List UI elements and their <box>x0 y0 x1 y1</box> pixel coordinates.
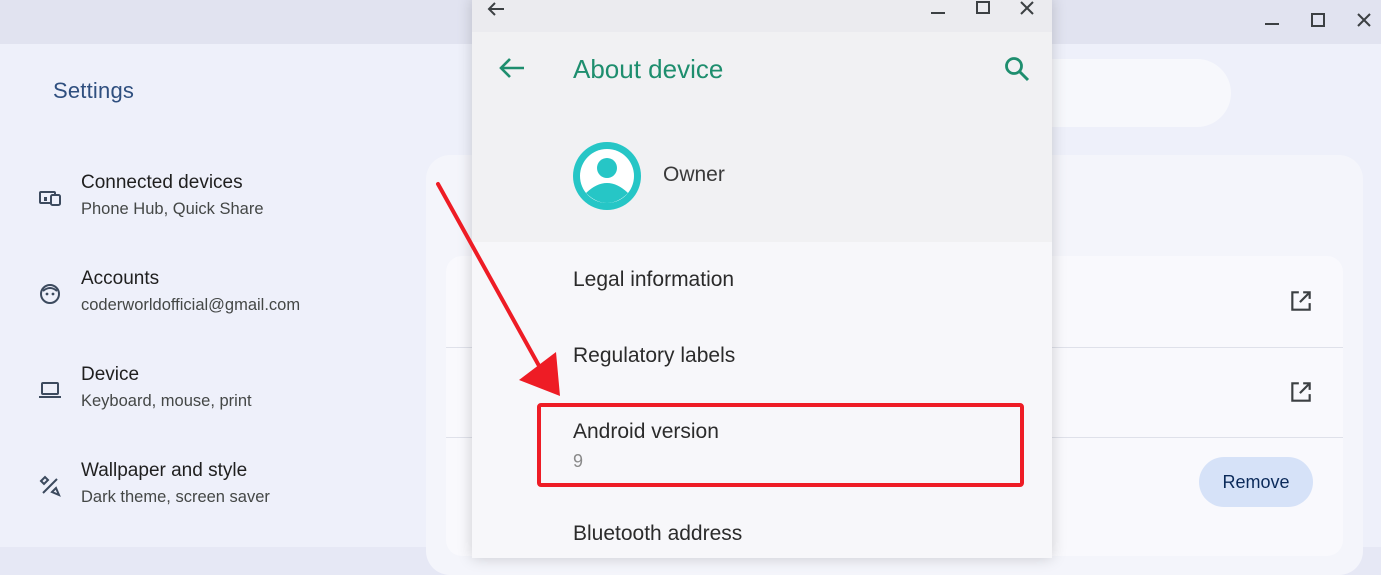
connected-devices-icon <box>39 191 61 206</box>
nav-item-subtitle: Dark theme, screen saver <box>81 488 270 506</box>
close-button[interactable] <box>1354 10 1374 30</box>
account-face-icon <box>40 284 60 304</box>
search-button[interactable] <box>1003 55 1031 88</box>
nav-item-subtitle: Phone Hub, Quick Share <box>81 200 264 218</box>
nav-item-title: Device <box>81 364 140 385</box>
avatar-person-icon <box>573 142 641 210</box>
pref-regulatory-labels[interactable]: Regulatory labels <box>573 344 735 368</box>
owner-avatar[interactable] <box>572 141 642 216</box>
nav-item-title: Wallpaper and style <box>81 460 248 481</box>
minimize-button[interactable] <box>1262 10 1282 30</box>
nav-item-subtitle: Keyboard, mouse, print <box>81 392 252 410</box>
android-window-titlebar <box>472 0 1052 32</box>
navigate-up-button[interactable] <box>498 56 526 85</box>
open-external-button[interactable] <box>1288 379 1314 410</box>
android-minimize-button[interactable] <box>929 0 947 23</box>
close-icon <box>1020 1 1034 15</box>
minimize-icon <box>1265 23 1279 25</box>
palette-brush-icon <box>39 475 61 497</box>
android-maximize-button[interactable] <box>974 0 992 23</box>
maximize-icon <box>1311 13 1325 27</box>
close-icon <box>1357 13 1371 27</box>
back-arrow-icon <box>487 2 504 16</box>
titlebar-back-button[interactable] <box>486 0 506 23</box>
nav-item-connected-devices[interactable]: Connected devices Phone Hub, Quick Share <box>34 172 414 232</box>
nav-item-title: Connected devices <box>81 172 243 193</box>
search-icon <box>1005 57 1030 82</box>
nav-item-wallpaper-and-style[interactable]: Wallpaper and style Dark theme, screen s… <box>34 460 414 520</box>
android-close-button[interactable] <box>1018 0 1036 23</box>
open-external-button[interactable] <box>1288 288 1314 319</box>
owner-name: Owner <box>663 163 725 186</box>
minimize-icon <box>931 12 945 14</box>
open-external-icon <box>1291 382 1311 402</box>
remove-button[interactable]: Remove <box>1199 457 1313 507</box>
open-external-icon <box>1291 291 1311 311</box>
maximize-button[interactable] <box>1308 10 1328 30</box>
back-arrow-icon <box>499 58 524 78</box>
nav-item-accounts[interactable]: Accounts coderworldofficial@gmail.com <box>34 268 414 328</box>
page-title: About device <box>573 54 724 84</box>
about-device-header <box>472 32 1052 242</box>
settings-title: Settings <box>53 78 135 103</box>
pref-legal-information[interactable]: Legal information <box>573 268 734 292</box>
nav-item-title: Accounts <box>81 268 160 289</box>
nav-item-device[interactable]: Device Keyboard, mouse, print <box>34 364 414 424</box>
pref-bluetooth-address[interactable]: Bluetooth address <box>573 522 742 546</box>
maximize-icon <box>976 1 990 14</box>
laptop-icon <box>39 382 61 398</box>
nav-item-subtitle: coderworldofficial@gmail.com <box>81 296 301 314</box>
highlight-box <box>537 403 1024 487</box>
